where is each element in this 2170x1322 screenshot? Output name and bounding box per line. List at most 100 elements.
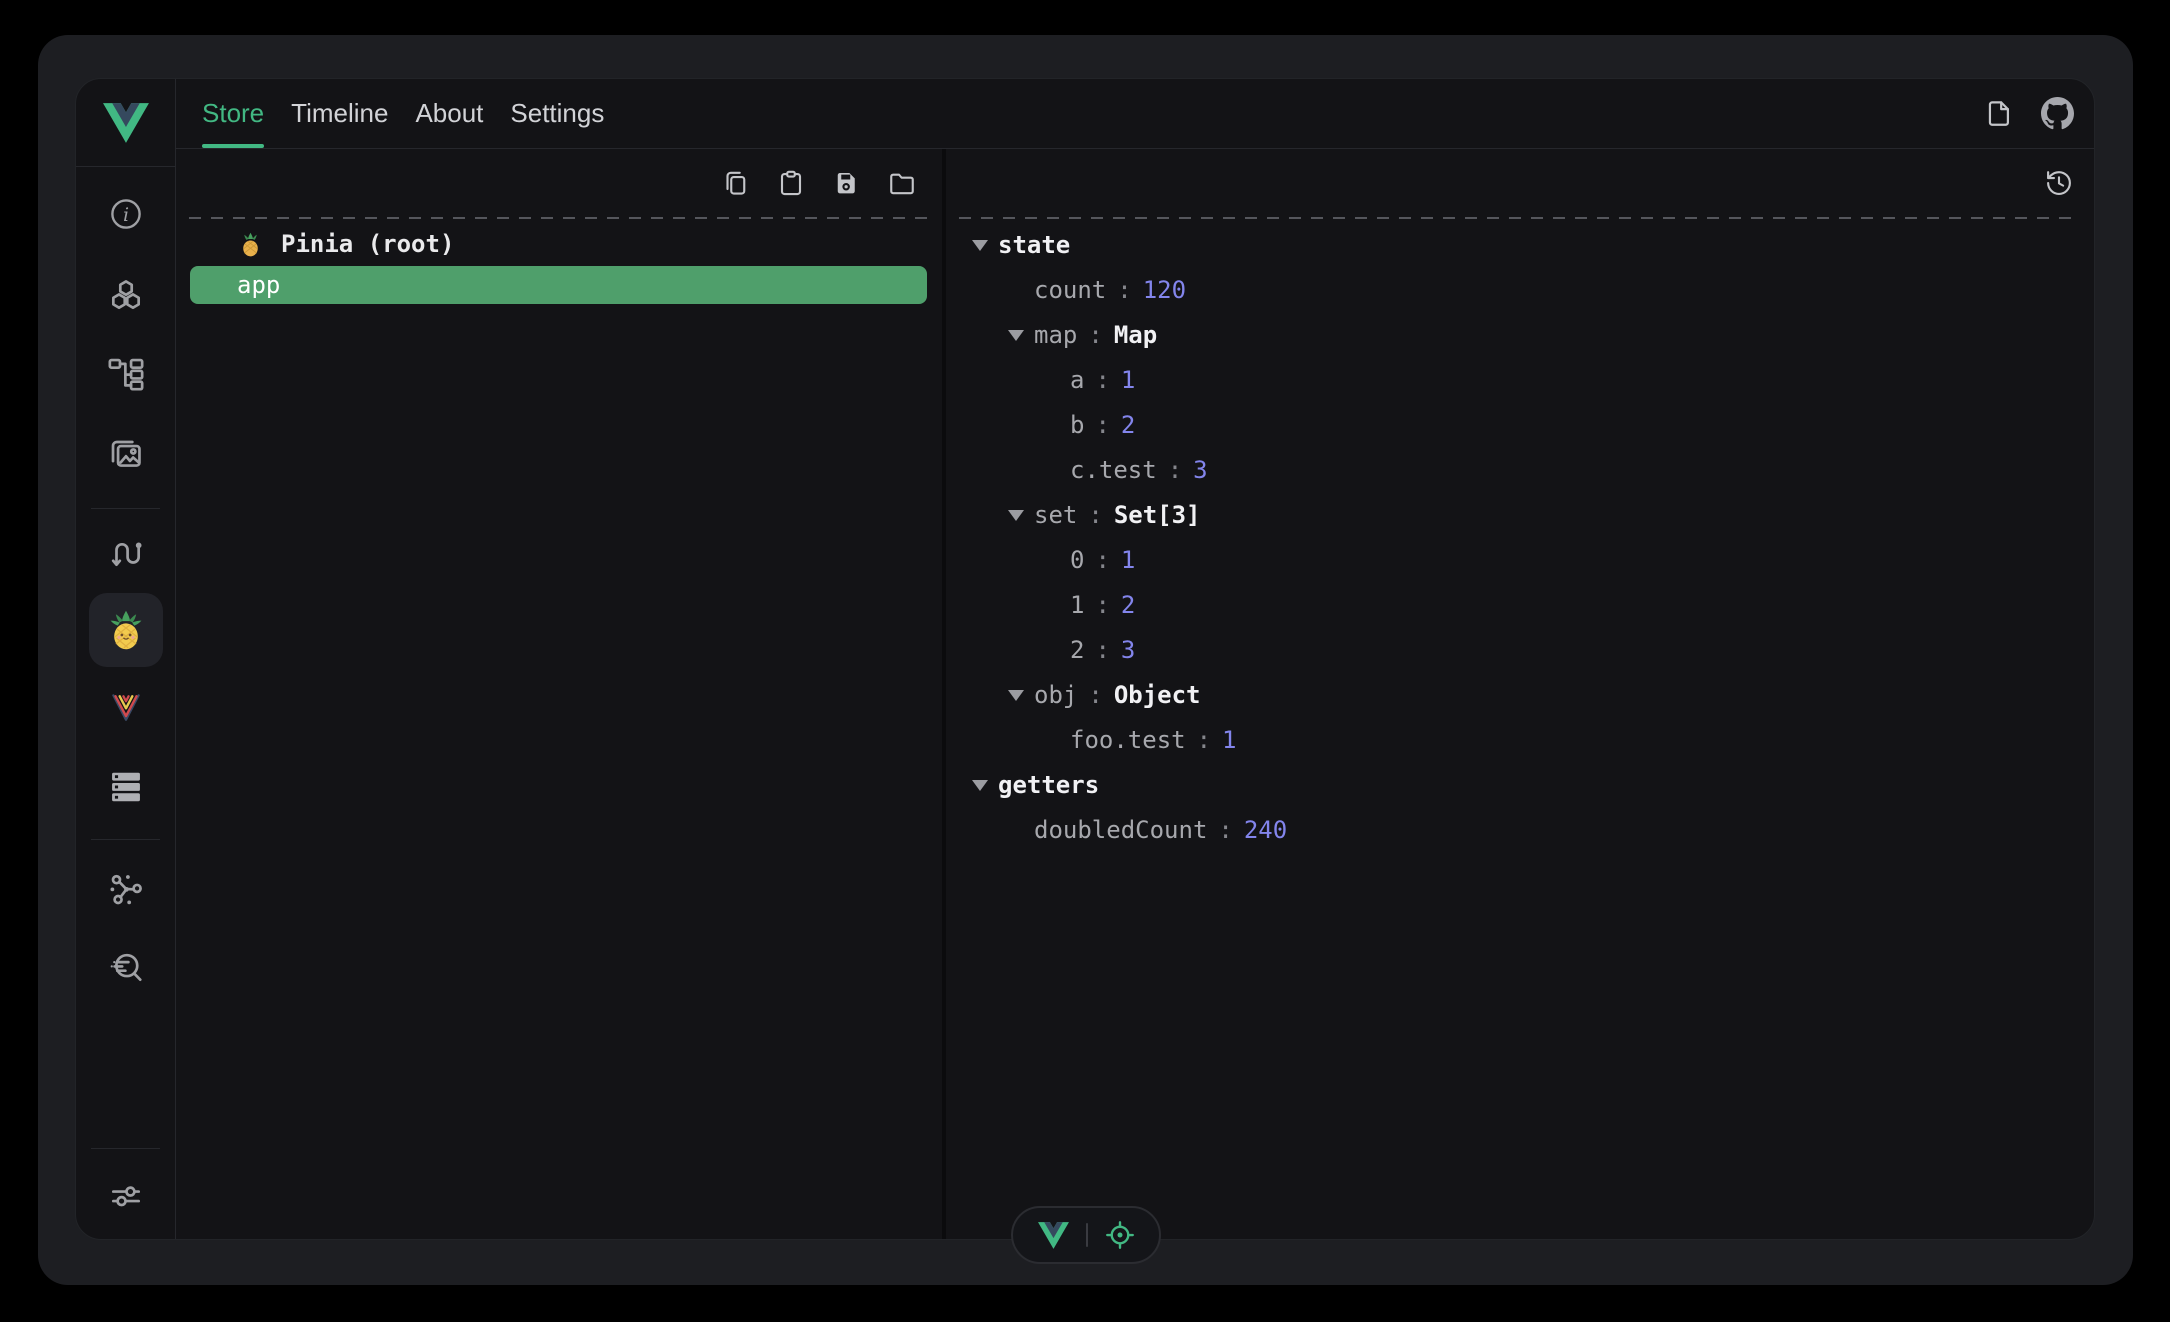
state-key: state [998,231,1070,259]
vue-logo [76,79,175,167]
state-tree-row[interactable]: a:1 [946,357,2094,402]
state-key: obj [1034,681,1077,709]
state-panel: statecount:120map:Mapa:1b:2c.test:3set:S… [946,149,2094,1239]
state-value: 1 [1121,546,1135,574]
state-tree-row[interactable]: obj:Object [946,672,2094,717]
state-value: 240 [1244,816,1287,844]
colon: : [1088,681,1102,709]
state-tree-row[interactable]: 2:3 [946,627,2094,672]
settings-sliders-icon[interactable] [98,1168,154,1224]
state-key: 0 [1070,546,1084,574]
state-type: Set[3] [1114,501,1201,529]
state-tree-row[interactable]: doubledCount:240 [946,807,2094,852]
store-label: app [237,271,280,299]
devtools-app: i [75,78,2095,1240]
colon: : [1095,636,1109,664]
state-key: 2 [1070,636,1084,664]
header-actions [1984,79,2074,148]
open-folder-icon[interactable] [886,168,918,198]
state-key: foo.test [1070,726,1186,754]
history-icon[interactable] [2044,168,2074,198]
info-icon[interactable]: i [98,186,154,242]
colon: : [1088,501,1102,529]
main-area: Store Timeline About Settings [176,79,2094,1239]
collapse-arrow-icon[interactable] [1008,690,1024,701]
assets-icon[interactable] [98,426,154,482]
tab-about[interactable]: About [415,79,483,148]
state-tree-row[interactable]: 1:2 [946,582,2094,627]
state-tree-row[interactable]: getters [946,762,2094,807]
state-tree-row[interactable]: b:2 [946,402,2094,447]
state-key: a [1070,366,1084,394]
stores-toolbar [176,149,942,217]
state-tree-row[interactable]: c.test:3 [946,447,2094,492]
colon: : [1197,726,1211,754]
sidebar-divider [91,1148,160,1149]
tab-bar: Store Timeline About Settings [202,79,604,148]
components-icon[interactable] [98,268,154,324]
store-tree-item-pinia-root[interactable]: Pinia (root) [176,225,942,263]
state-key: b [1070,411,1084,439]
router-route-icon[interactable] [98,525,154,581]
store-label: Pinia (root) [281,230,454,258]
state-value: 1 [1222,726,1236,754]
colon: : [1117,276,1131,304]
state-tree-row[interactable]: 0:1 [946,537,2094,582]
colon: : [1168,456,1182,484]
state-value: 1 [1121,366,1135,394]
sidebar-divider [91,839,160,840]
document-icon[interactable] [1984,98,2015,129]
state-value: 3 [1193,456,1207,484]
tab-store[interactable]: Store [202,79,264,148]
server-list-icon[interactable] [98,758,154,814]
save-icon[interactable] [831,168,861,198]
github-icon[interactable] [2041,97,2074,130]
state-tree-row[interactable]: state [946,222,2094,267]
state-key: c.test [1070,456,1157,484]
state-tree-row[interactable]: foo.test:1 [946,717,2094,762]
target-icon[interactable] [1105,1220,1135,1250]
svg-text:i: i [122,204,128,226]
state-type: Map [1114,321,1157,349]
colon: : [1095,591,1109,619]
state-key: count [1034,276,1106,304]
state-tree-row[interactable]: set: Set[3] [946,492,2094,537]
store-tree-item-app[interactable]: app [190,266,927,304]
tab-settings[interactable]: Settings [510,79,604,148]
copy-icon[interactable] [721,168,751,198]
store-tree: Pinia (root) app [176,219,942,304]
pill-divider [1086,1223,1088,1247]
collapse-arrow-icon[interactable] [972,780,988,791]
top-tab-bar: Store Timeline About Settings [176,79,2094,149]
tab-timeline[interactable]: Timeline [291,79,388,148]
state-key: 1 [1070,591,1084,619]
content-area: Pinia (root) app [176,149,2094,1239]
devtools-overlay-pill[interactable] [1011,1206,1161,1264]
state-key: set [1034,501,1077,529]
colon: : [1095,411,1109,439]
state-key: map [1034,321,1077,349]
pineapple-icon [237,231,264,258]
collapse-arrow-icon[interactable] [1008,510,1024,521]
collapse-arrow-icon[interactable] [1008,330,1024,341]
devtools-window: i [38,35,2133,1285]
paste-icon[interactable] [776,168,806,198]
state-value: 120 [1143,276,1186,304]
graph-icon[interactable] [98,862,154,918]
pinia-pineapple-icon[interactable] [89,593,163,667]
state-toolbar [946,149,2094,217]
vue-logo[interactable] [1038,1222,1069,1249]
inspect-search-icon[interactable] [98,940,154,996]
colon: : [1095,366,1109,394]
stores-panel: Pinia (root) app [176,149,942,1239]
state-tree-row[interactable]: map: Map [946,312,2094,357]
vue-router-icon[interactable] [98,680,154,736]
colon: : [1088,321,1102,349]
collapse-arrow-icon[interactable] [972,240,988,251]
state-value: 3 [1121,636,1135,664]
state-tree: statecount:120map:Mapa:1b:2c.test:3set:S… [946,219,2094,852]
pages-tree-icon[interactable] [98,346,154,402]
sidebar-divider [91,508,160,509]
state-key: doubledCount [1034,816,1207,844]
state-tree-row[interactable]: count:120 [946,267,2094,312]
